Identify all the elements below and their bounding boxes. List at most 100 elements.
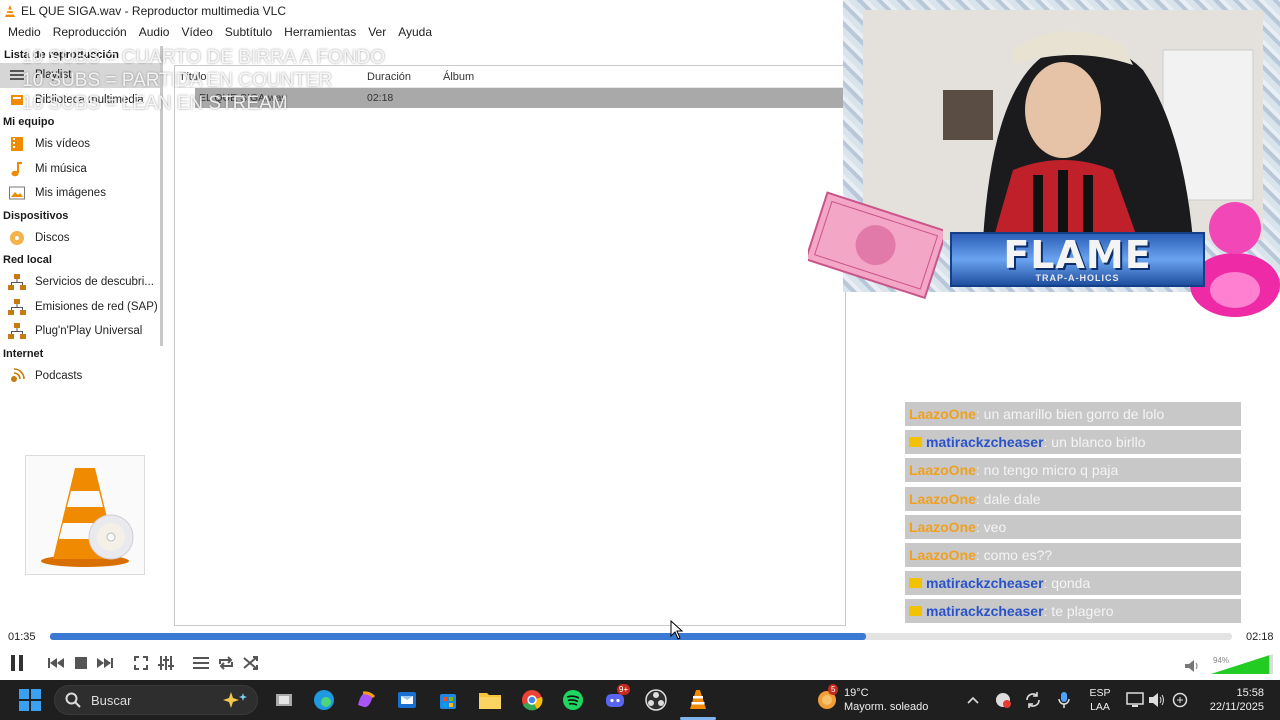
network-icon [8,323,26,340]
menu-ayuda[interactable]: Ayuda [393,25,437,39]
volume-tray-button[interactable] [1145,688,1169,712]
pause-icon [11,655,23,671]
sidebar-category: Dispositivos [3,209,69,222]
sidebar-item-label: Emisiones de red (SAP) [35,300,158,313]
volume-control[interactable] [1185,654,1275,674]
discord-button[interactable]: 9+ [603,684,631,712]
column-title[interactable]: Título [175,71,363,83]
sidebar-item-discovery[interactable]: Servicios de descubri... [0,270,162,295]
chat-text: : dale dale [975,490,1041,507]
store-button[interactable] [436,688,460,712]
menu-herramientas[interactable]: Herramientas [279,25,361,39]
chat-username[interactable]: matirackzcheaser [926,434,1044,450]
stream-banner: FLAME TRAP-A-HOLICS [950,232,1205,287]
chat-username[interactable]: LaazoOne [909,406,976,422]
table-row[interactable]: EL QUE SIGA.wav 02:18 [195,88,845,108]
language-indicator[interactable]: ESP LAA [1088,686,1112,714]
store-icon [440,694,456,709]
sidebar-item-label: Mi música [35,162,87,175]
chat-text: : qonda [1043,575,1091,592]
taskbar-search[interactable]: Buscar [54,685,258,715]
weather-widget[interactable]: 5 19°C Mayorm. soleado [816,684,928,714]
spotify-button[interactable] [561,688,585,712]
loop-button[interactable] [215,652,237,674]
battery-button[interactable] [1168,688,1192,712]
sidebar-item-playlist[interactable]: Playlist [0,63,162,88]
sidebar-item-discs[interactable]: Discos [0,226,162,251]
stop-icon [75,657,87,669]
stream-chat: LaazoOne: un amarillo bien gorro de lolo… [905,402,1241,628]
microphone-icon [1058,692,1070,708]
tray-app-icon [996,693,1011,708]
podcast-icon [8,367,26,384]
sidebar-item-music[interactable]: Mi música [0,157,162,182]
subscriber-badge-icon [909,606,922,617]
sidebar-item-library[interactable]: Biblioteca multimedia [0,88,162,113]
loop-icon [219,656,233,670]
previous-button[interactable] [45,652,67,674]
chat-username[interactable]: matirackzcheaser [926,575,1044,591]
sidebar-category: Mi equipo [3,116,55,128]
network-status-button[interactable] [1123,688,1147,712]
chat-text: : te plagero [1043,603,1114,620]
copilot-button[interactable] [354,688,378,712]
menu-audio[interactable]: Audio [134,25,175,39]
start-button[interactable] [18,688,42,712]
tray-app-button[interactable] [991,688,1015,712]
sync-button[interactable] [1021,688,1045,712]
total-time: 02:18 [1246,631,1274,643]
money-sticker [808,191,943,300]
chat-text: : un blanco birllo [1043,434,1146,451]
previous-icon [48,658,64,668]
menu-subtitulo[interactable]: Subtítulo [220,25,277,39]
vlc-cone-icon [690,690,706,709]
column-duration[interactable]: Duración [363,71,439,83]
sync-icon [1026,692,1040,708]
vlc-taskbar-button[interactable] [686,688,710,712]
chevron-up-icon [967,696,979,704]
sidebar-scrollbar[interactable] [160,46,163,346]
sidebar-item-images[interactable]: Mis imágenes [0,181,162,206]
chat-username[interactable]: LaazoOne [909,519,976,535]
chat-username[interactable]: LaazoOne [909,547,976,563]
next-button[interactable] [94,652,116,674]
copilot-sparkle-icon [223,692,247,708]
sidebar-item-videos[interactable]: Mis vídeos [0,132,162,157]
network-icon [1126,692,1144,707]
outlook-icon [398,692,416,708]
fullscreen-button[interactable] [130,652,152,674]
sidebar-item-sap[interactable]: Emisiones de red (SAP) [0,295,162,320]
sidebar-item-podcasts[interactable]: Podcasts [0,364,162,389]
sidebar-item-label: Playlist [35,69,72,82]
chat-username[interactable]: LaazoOne [909,462,976,478]
menu-ver[interactable]: Ver [363,25,391,39]
chat-username[interactable]: matirackzcheaser [926,603,1044,619]
toggle-playlist-button[interactable] [190,652,212,674]
title-bar: EL QUE SIGA.wav - Reproductor multimedia… [0,0,845,22]
chat-username[interactable]: LaazoOne [909,491,976,507]
equalizer-icon [158,656,174,670]
seek-slider[interactable] [50,633,1232,640]
show-hidden-icons-button[interactable] [961,688,985,712]
extended-settings-button[interactable] [155,652,177,674]
vlc-screen: EL QUE SIGA.wav - Reproductor multimedia… [0,0,1280,720]
obs-button[interactable] [644,688,668,712]
sidebar-item-upnp[interactable]: Plug'n'Play Universal [0,319,162,344]
menu-medio[interactable]: Medio [3,25,46,39]
shuffle-button[interactable] [240,652,262,674]
edge-button[interactable] [312,688,336,712]
menu-video[interactable]: Vídeo [176,25,217,39]
taskbar-clock[interactable]: 15:58 22/11/2025 [1200,686,1264,714]
task-view-icon [276,694,292,706]
task-view-button[interactable] [272,688,296,712]
outlook-button[interactable] [395,688,419,712]
column-album[interactable]: Álbum [439,71,559,83]
pause-button[interactable] [6,652,28,674]
menu-reproduccion[interactable]: Reproducción [48,25,132,39]
next-icon [97,658,113,668]
chrome-button[interactable] [520,688,544,712]
file-explorer-button[interactable] [478,688,502,712]
microphone-button[interactable] [1052,688,1076,712]
stop-button[interactable] [70,652,92,674]
chat-message: LaazoOne: un amarillo bien gorro de lolo [905,402,1241,426]
